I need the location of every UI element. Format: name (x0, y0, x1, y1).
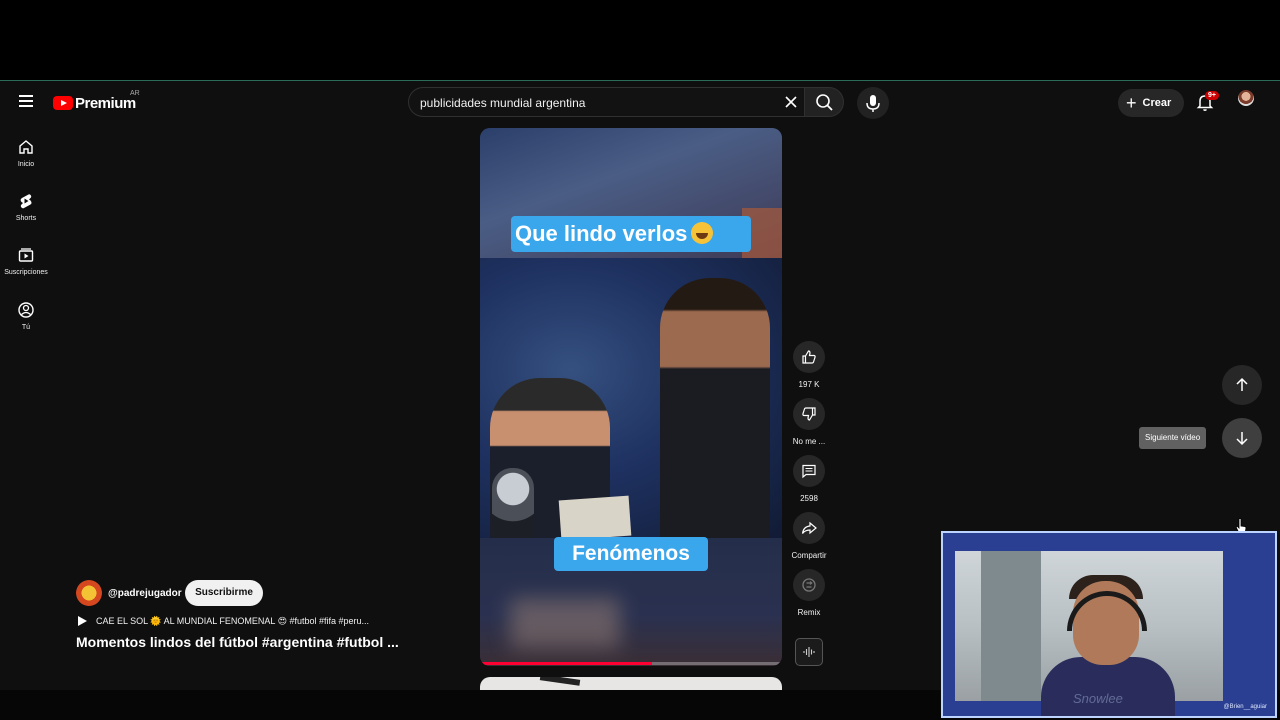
next-short-preview[interactable] (480, 677, 782, 691)
grinning-emoji-icon (691, 222, 714, 244)
top-bar: Premium AR publicidades mundial argentin… (0, 81, 1280, 125)
comments-action: 2598 (792, 455, 826, 503)
sidebar-item-suscripciones[interactable]: Suscripciones (0, 246, 52, 276)
audio-waveform-icon (803, 647, 815, 657)
dislike-action: No me ... (792, 398, 826, 446)
comment-icon (802, 464, 816, 479)
share-button[interactable] (793, 512, 825, 544)
sidebar-label: Shorts (15, 215, 37, 222)
sidebar-label: Inicio (17, 161, 35, 168)
caption-top: Que lindo verlos (511, 216, 751, 252)
previous-video-button[interactable] (1222, 365, 1262, 405)
search-box[interactable]: publicidades mundial argentina (408, 87, 806, 117)
home-icon (19, 140, 33, 154)
video-progress-bar[interactable] (480, 662, 782, 665)
dislike-label: No me ... (792, 437, 826, 446)
subscribe-button[interactable]: Suscribirme (185, 580, 263, 606)
channel-name[interactable]: @padrejugador (108, 588, 182, 599)
video-paper (558, 495, 632, 541)
thumbs-down-icon (802, 407, 816, 421)
dislike-button[interactable] (793, 398, 825, 430)
account-avatar[interactable] (1238, 90, 1254, 106)
next-video-button[interactable] (1222, 418, 1262, 458)
youtube-play-icon (53, 96, 73, 110)
search-button[interactable] (804, 87, 844, 117)
description-text: CAE EL SOL 🌞 AL MUNDIAL FENOMENAL 😍 #fut… (96, 615, 370, 626)
user-icon (18, 302, 34, 318)
subscriptions-icon (18, 248, 34, 262)
webcam-handle: @Brien__aguiar (1223, 704, 1267, 710)
video-person-right (660, 278, 770, 538)
video-frame-main (480, 258, 782, 541)
like-count: 197 K (798, 380, 820, 389)
comments-button[interactable] (793, 455, 825, 487)
country-code: AR (130, 90, 140, 97)
sidebar-item-shorts[interactable]: Shorts (0, 192, 52, 222)
like-button[interactable] (793, 341, 825, 373)
sound-button[interactable] (795, 638, 823, 666)
sidebar-item-tu[interactable]: Tú (0, 301, 52, 331)
share-action: Compartir (791, 512, 827, 560)
logo-text: Premium (75, 94, 136, 112)
comment-count: 2598 (800, 494, 818, 503)
video-trophy (492, 468, 534, 538)
sidebar-label: Suscripciones (4, 269, 48, 276)
shorts-icon (20, 194, 32, 209)
webcam-watermark: Snowlee (1073, 691, 1123, 706)
menu-icon[interactable] (16, 92, 36, 112)
letterbox-top (0, 0, 1280, 80)
like-action: 197 K (792, 341, 826, 389)
caption-bottom: Fenómenos (554, 537, 708, 571)
remix-label: Remix (797, 608, 821, 617)
video-progress-fill (480, 662, 653, 665)
voice-search-button[interactable] (857, 87, 889, 119)
webcam-overlay: Snowlee @Brien__aguiar (941, 531, 1277, 718)
remix-icon (802, 578, 816, 592)
webcam-feed (955, 551, 1223, 716)
plus-icon: + (1126, 93, 1137, 113)
caption-top-text: Que lindo verlos (515, 221, 688, 246)
create-label: Crear (1142, 97, 1172, 109)
remix-button[interactable] (793, 569, 825, 601)
short-description[interactable]: CAE EL SOL 🌞 AL MUNDIAL FENOMENAL 😍 #fut… (76, 615, 369, 627)
share-label: Compartir (791, 551, 827, 560)
youtube-premium-logo[interactable]: Premium (53, 93, 136, 113)
clear-search-icon[interactable] (781, 92, 801, 112)
channel-avatar[interactable] (76, 580, 102, 606)
arrow-up-icon (1236, 377, 1248, 391)
short-title[interactable]: Momentos lindos del fútbol #argentina #f… (76, 634, 399, 650)
notification-badge: 9+ (1205, 91, 1219, 100)
share-icon (801, 521, 817, 535)
arrow-down-icon (1236, 432, 1248, 446)
sidebar-label: Tú (21, 324, 31, 331)
remix-action: Remix (792, 569, 826, 617)
play-icon (78, 616, 87, 626)
short-video-player[interactable]: Que lindo verlos Fenómenos (480, 128, 782, 666)
next-video-tooltip: Siguiente vídeo (1139, 427, 1207, 449)
sidebar-item-inicio[interactable]: Inicio (0, 138, 52, 168)
search-input[interactable]: publicidades mundial argentina (420, 96, 585, 110)
create-button[interactable]: + Crear (1118, 89, 1184, 117)
thumbs-up-icon (802, 350, 816, 364)
